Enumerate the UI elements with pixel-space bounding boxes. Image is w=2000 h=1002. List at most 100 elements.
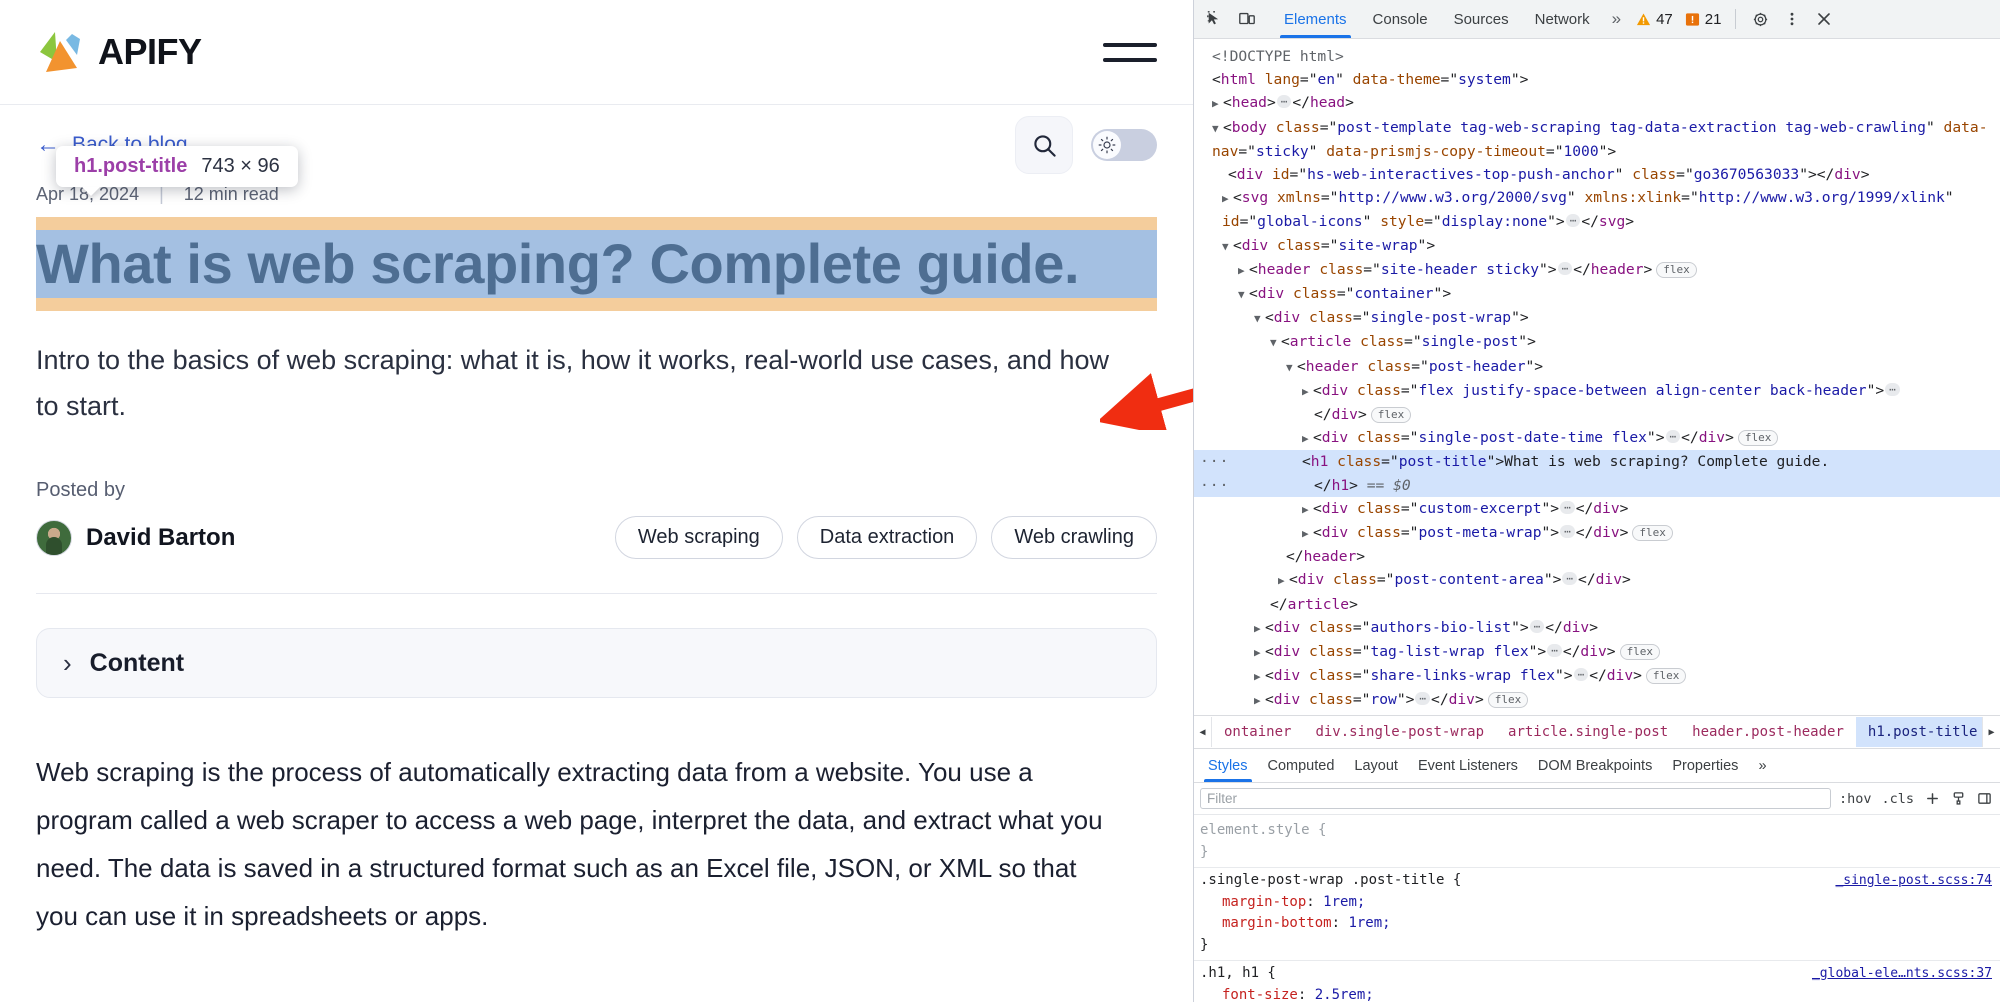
- expand-triangle-icon[interactable]: ▶: [1302, 380, 1313, 403]
- styles-tabs-overflow[interactable]: »: [1748, 749, 1776, 782]
- collapsed-children-badge[interactable]: ⋯: [1415, 692, 1430, 705]
- collapsed-children-badge[interactable]: ⋯: [1547, 644, 1562, 657]
- collapsed-children-badge[interactable]: ⋯: [1574, 668, 1589, 681]
- search-button[interactable]: [1015, 116, 1073, 174]
- expand-triangle-icon[interactable]: ▶: [1212, 92, 1223, 115]
- flex-badge[interactable]: flex: [1632, 525, 1673, 541]
- dom-line-container[interactable]: ▼<div class="container">: [1194, 282, 2000, 306]
- dom-line-h1-post-title[interactable]: <h1 class="post-title">What is web scrap…: [1194, 450, 2000, 473]
- flex-badge[interactable]: flex: [1656, 262, 1697, 278]
- tab-network[interactable]: Network: [1523, 0, 1602, 38]
- dom-line-single-post-wrap[interactable]: ▼<div class="single-post-wrap">: [1194, 306, 2000, 330]
- breadcrumb-scroll-left[interactable]: ◀: [1194, 717, 1212, 747]
- collapsed-children-badge[interactable]: ⋯: [1562, 572, 1577, 585]
- css-declaration[interactable]: margin-bottom: 1rem;: [1200, 913, 1992, 935]
- breadcrumb-item-single-post[interactable]: article.single-post: [1496, 717, 1680, 747]
- collapse-triangle-icon[interactable]: ▼: [1222, 235, 1233, 258]
- collapsed-children-badge[interactable]: ⋯: [1560, 501, 1575, 514]
- expand-triangle-icon[interactable]: ▶: [1302, 427, 1313, 450]
- collapsed-children-badge[interactable]: ⋯: [1530, 620, 1545, 633]
- flex-badge[interactable]: flex: [1646, 668, 1687, 684]
- close-icon[interactable]: [1809, 4, 1839, 34]
- tab-layout[interactable]: Layout: [1344, 749, 1408, 782]
- expand-triangle-icon[interactable]: ▶: [1238, 259, 1249, 282]
- dom-line-head[interactable]: ▶<head>⋯</head>: [1194, 91, 2000, 115]
- tab-computed[interactable]: Computed: [1258, 749, 1345, 782]
- dom-line-site-header[interactable]: ▶<header class="site-header sticky">⋯</h…: [1194, 258, 2000, 282]
- collapsed-children-badge[interactable]: ⋯: [1560, 525, 1575, 538]
- warning-count[interactable]: 47: [1631, 11, 1678, 28]
- more-vertical-icon[interactable]: [1777, 4, 1807, 34]
- dom-line-row[interactable]: ▶<div class="row">⋯</div>flex: [1194, 688, 2000, 712]
- dom-line-anchor-div[interactable]: <div id="hs-web-interactives-top-push-an…: [1194, 163, 2000, 186]
- tab-sources[interactable]: Sources: [1442, 0, 1521, 38]
- dom-line-tag-list-wrap[interactable]: ▶<div class="tag-list-wrap flex">⋯</div>…: [1194, 640, 2000, 664]
- dom-line-date-time[interactable]: ▶<div class="single-post-date-time flex"…: [1194, 426, 2000, 450]
- dom-line-body[interactable]: ▼<body class="post-template tag-web-scra…: [1194, 116, 2000, 163]
- collapsed-children-badge[interactable]: ⋯: [1566, 214, 1581, 227]
- breadcrumb-item-single-post-wrap[interactable]: div.single-post-wrap: [1303, 717, 1496, 747]
- dom-line-html[interactable]: <html lang="en" data-theme="system">: [1194, 68, 2000, 91]
- css-rules-list[interactable]: element.style { } _single-post.scss:74 .…: [1194, 815, 2000, 1002]
- expand-triangle-icon[interactable]: ▶: [1222, 187, 1233, 210]
- dom-line-back-header[interactable]: ▶<div class="flex justify-space-between …: [1194, 379, 2000, 403]
- dom-line-post-content-area[interactable]: ▶<div class="post-content-area">⋯</div>: [1194, 568, 2000, 592]
- add-style-rule-icon[interactable]: [1922, 789, 1942, 809]
- flex-badge[interactable]: flex: [1371, 407, 1412, 423]
- breadcrumb-item-post-header[interactable]: header.post-header: [1680, 717, 1856, 747]
- flex-badge[interactable]: flex: [1488, 692, 1529, 708]
- breadcrumb-scroll-right[interactable]: ▶: [1982, 717, 2000, 747]
- dom-line-svg[interactable]: ▶<svg xmlns="http://www.w3.org/2000/svg"…: [1194, 186, 2000, 233]
- tag-pill[interactable]: Data extraction: [797, 516, 978, 559]
- expand-triangle-icon[interactable]: ▶: [1302, 498, 1313, 521]
- tab-styles[interactable]: Styles: [1198, 749, 1258, 782]
- inspect-cursor-icon[interactable]: [1200, 4, 1230, 34]
- collapsed-children-badge[interactable]: ⋯: [1885, 383, 1900, 396]
- collapse-triangle-icon[interactable]: ▼: [1212, 117, 1223, 140]
- error-count[interactable]: 21: [1680, 11, 1727, 28]
- tab-elements[interactable]: Elements: [1272, 0, 1359, 38]
- dom-line-custom-excerpt[interactable]: ▶<div class="custom-excerpt">⋯</div>: [1194, 497, 2000, 521]
- dom-tree[interactable]: <!DOCTYPE html> <html lang="en" data-the…: [1194, 39, 2000, 715]
- collapse-triangle-icon[interactable]: ▼: [1286, 356, 1297, 379]
- tab-dom-breakpoints[interactable]: DOM Breakpoints: [1528, 749, 1662, 782]
- expand-triangle-icon[interactable]: ▶: [1254, 617, 1265, 640]
- css-rule-post-title[interactable]: _single-post.scss:74 .single-post-wrap .…: [1194, 868, 2000, 961]
- expand-triangle-icon[interactable]: ▶: [1254, 665, 1265, 688]
- css-source-link[interactable]: _single-post.scss:74: [1835, 870, 1992, 892]
- tabs-overflow-button[interactable]: »: [1604, 9, 1629, 29]
- filter-input[interactable]: [1200, 788, 1831, 809]
- content-accordion-toggle[interactable]: › Content: [36, 628, 1157, 698]
- collapse-triangle-icon[interactable]: ▼: [1238, 283, 1249, 306]
- theme-toggle-switch[interactable]: [1091, 129, 1157, 161]
- gear-icon[interactable]: [1745, 4, 1775, 34]
- tag-pill[interactable]: Web scraping: [615, 516, 783, 559]
- dom-line-authors-bio-list[interactable]: ▶<div class="authors-bio-list">⋯</div>: [1194, 616, 2000, 640]
- tab-console[interactable]: Console: [1361, 0, 1440, 38]
- hamburger-icon[interactable]: [1103, 32, 1157, 72]
- tab-event-listeners[interactable]: Event Listeners: [1408, 749, 1528, 782]
- collapse-triangle-icon[interactable]: ▼: [1254, 307, 1265, 330]
- collapsed-children-badge[interactable]: ⋯: [1277, 95, 1292, 108]
- dom-line-share-links-wrap[interactable]: ▶<div class="share-links-wrap flex">⋯</d…: [1194, 664, 2000, 688]
- device-toolbar-icon[interactable]: [1232, 4, 1262, 34]
- cls-toggle[interactable]: .cls: [1879, 791, 1916, 807]
- css-source-link[interactable]: _global-ele…nts.scss:37: [1812, 963, 1992, 985]
- dom-line-post-header[interactable]: ▼<header class="post-header">: [1194, 355, 2000, 379]
- dom-line-site-wrap[interactable]: ▼<div class="site-wrap">: [1194, 234, 2000, 258]
- expand-triangle-icon[interactable]: ▶: [1254, 641, 1265, 664]
- css-rule-element-style[interactable]: element.style { }: [1194, 818, 2000, 868]
- dom-line-post-meta-wrap[interactable]: ▶<div class="post-meta-wrap">⋯</div>flex: [1194, 521, 2000, 545]
- flex-badge[interactable]: flex: [1738, 430, 1779, 446]
- collapsed-children-badge[interactable]: ⋯: [1666, 430, 1681, 443]
- tab-properties[interactable]: Properties: [1662, 749, 1748, 782]
- expand-triangle-icon[interactable]: ▶: [1254, 689, 1265, 712]
- toggle-sidebar-icon[interactable]: [1974, 789, 1994, 809]
- breadcrumb-item-post-title[interactable]: h1.post-title: [1856, 717, 1982, 747]
- color-picker-icon[interactable]: [1948, 789, 1968, 809]
- css-rule-h1[interactable]: _global-ele…nts.scss:37 .h1, h1 { font-s…: [1194, 961, 2000, 1002]
- expand-triangle-icon[interactable]: ▶: [1278, 569, 1289, 592]
- hov-toggle[interactable]: :hov: [1837, 791, 1874, 807]
- post-author[interactable]: David Barton: [36, 520, 235, 556]
- css-declaration[interactable]: font-size: 2.5rem;: [1200, 985, 1992, 1002]
